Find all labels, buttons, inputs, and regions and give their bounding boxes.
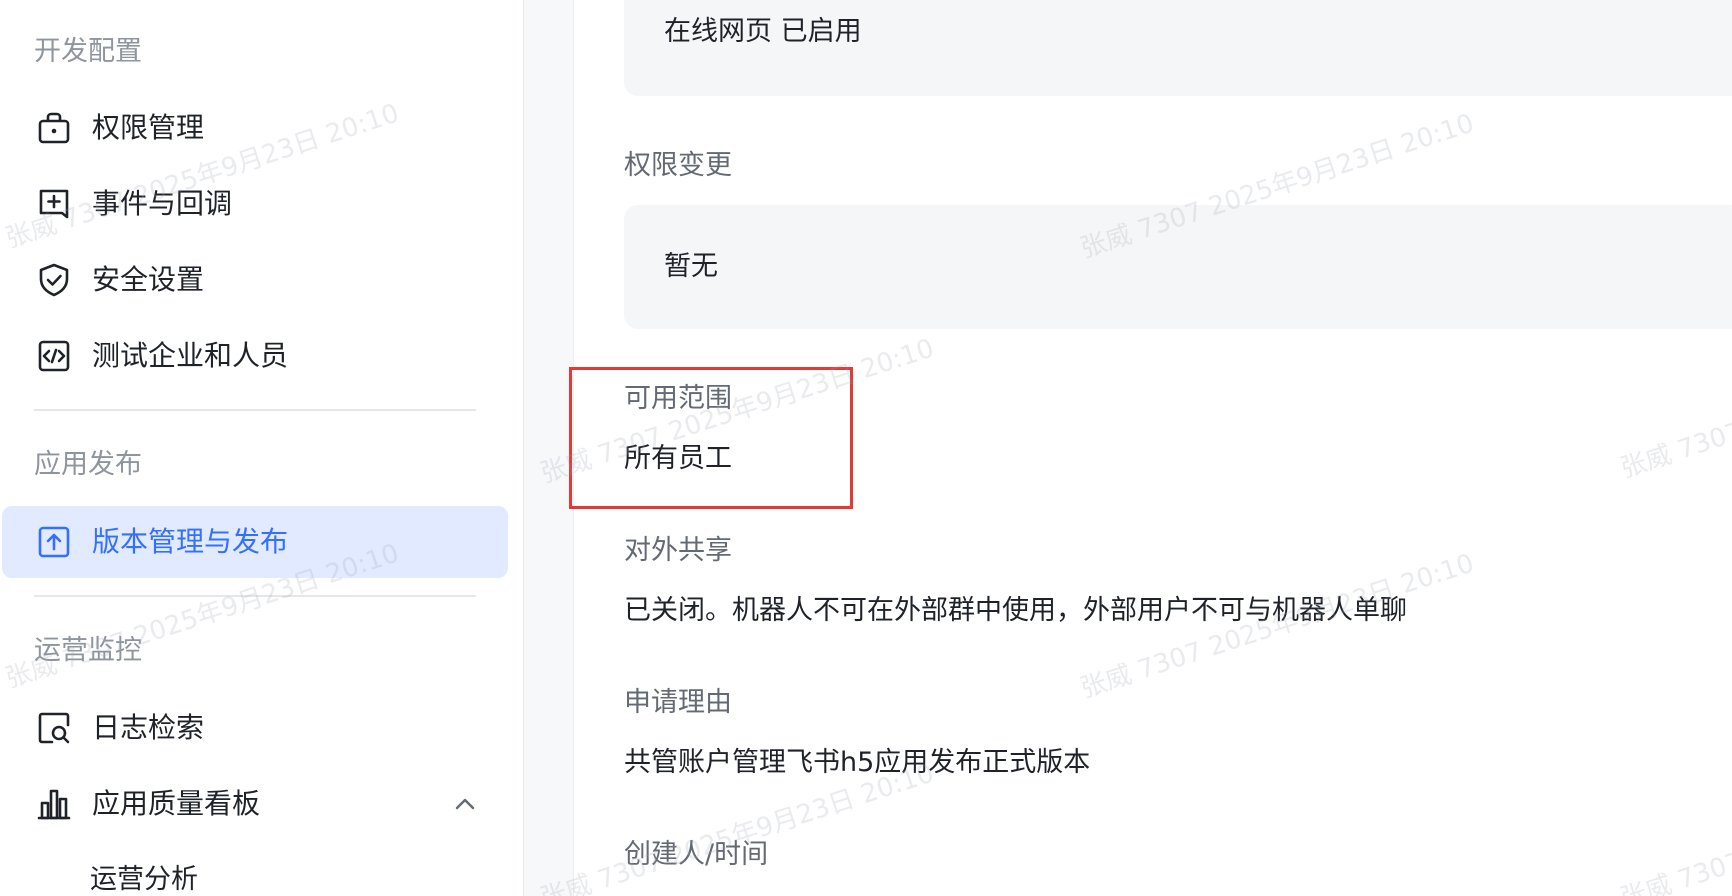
app-root: 开发配置 权限管理 事件与回调 安全设置 测试企业和人员 应用发布 版本管理与发…	[0, 0, 1732, 896]
sidebar-item-label: 应用质量看板	[92, 787, 261, 820]
external-share-value: 已关闭。机器人不可在外部群中使用，外部用户不可与机器人单聊	[624, 595, 1407, 626]
sidebar-item-label: 日志检索	[92, 711, 205, 744]
sidebar-item-events-callbacks[interactable]: 事件与回调	[2, 168, 508, 240]
sidebar-subitem-ops-analysis[interactable]: 运营分析	[90, 863, 198, 896]
sidebar-item-label: 权限管理	[92, 111, 205, 144]
sidebar-item-test-org[interactable]: 测试企业和人员	[2, 320, 508, 392]
sidebar-item-label: 安全设置	[92, 263, 205, 296]
divider	[34, 595, 476, 597]
plus-box-icon	[36, 186, 72, 222]
permission-change-label: 权限变更	[624, 150, 732, 181]
lock-icon	[36, 110, 72, 146]
external-share-label: 对外共享	[624, 535, 732, 566]
section-title-dev-config: 开发配置	[34, 36, 142, 67]
availability-label: 可用范围	[624, 383, 732, 414]
sidebar-item-version-release[interactable]: 版本管理与发布	[2, 506, 508, 578]
sidebar-item-log-search[interactable]: 日志检索	[2, 692, 508, 764]
upload-box-icon	[36, 524, 72, 560]
code-box-icon	[36, 338, 72, 374]
reason-label: 申请理由	[624, 687, 732, 718]
content-rail	[524, 0, 574, 896]
bar-chart-icon	[36, 786, 72, 822]
main-content: 在线网页 已启用 权限变更 暂无 可用范围 所有员工 对外共享 已关闭。机器人不…	[524, 0, 1732, 896]
sidebar-item-security[interactable]: 安全设置	[2, 244, 508, 316]
chevron-up-icon[interactable]	[450, 789, 480, 819]
section-title-app-release: 应用发布	[34, 449, 142, 480]
sidebar-item-label: 版本管理与发布	[92, 525, 289, 558]
permission-change-value: 暂无	[664, 251, 718, 282]
divider	[34, 409, 476, 411]
shield-check-icon	[36, 262, 72, 298]
section-title-ops-monitor: 运营监控	[34, 635, 142, 666]
sidebar-item-quality-dashboard[interactable]: 应用质量看板	[2, 768, 508, 840]
availability-value: 所有员工	[624, 443, 732, 474]
reason-value: 共管账户管理飞书h5应用发布正式版本	[624, 747, 1091, 778]
web-status-text: 在线网页 已启用	[664, 16, 862, 47]
sidebar-item-permissions[interactable]: 权限管理	[2, 92, 508, 164]
permission-change-box: 暂无	[624, 205, 1732, 329]
sidebar-item-label: 测试企业和人员	[92, 339, 289, 372]
sidebar: 开发配置 权限管理 事件与回调 安全设置 测试企业和人员 应用发布 版本管理与发…	[0, 0, 524, 896]
web-status-box: 在线网页 已启用	[624, 0, 1732, 96]
sidebar-item-label: 事件与回调	[92, 187, 233, 220]
search-doc-icon	[36, 710, 72, 746]
creator-time-label: 创建人/时间	[624, 839, 769, 870]
